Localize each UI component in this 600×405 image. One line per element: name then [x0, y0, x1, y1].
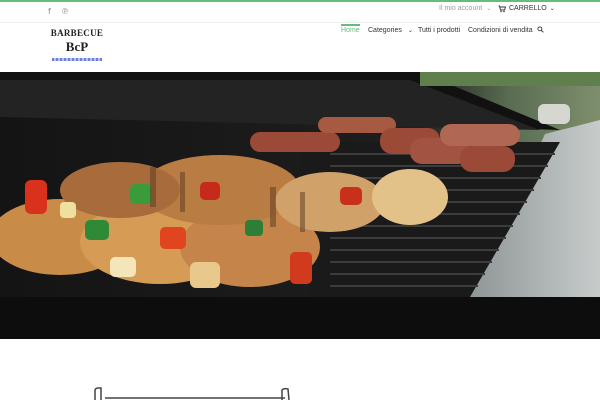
cart-label: CARRELLO	[509, 5, 547, 12]
nav-categories[interactable]: Categories ⌄	[368, 24, 413, 36]
search-icon	[537, 26, 544, 33]
social-links: f ℗	[48, 7, 69, 17]
account-menu[interactable]: Il mio account ⌄	[439, 4, 491, 14]
pinterest-icon[interactable]: ℗	[61, 7, 69, 17]
product-outline-image	[94, 387, 290, 401]
content-area	[0, 339, 600, 401]
cart-icon	[498, 5, 506, 13]
site-logo[interactable]: BARBECUE BcP	[47, 28, 107, 68]
facebook-icon[interactable]: f	[48, 7, 51, 17]
nav-terms-label: Condizioni di vendita	[468, 27, 533, 34]
account-label: Il mio account	[439, 5, 483, 12]
hero-banner	[0, 72, 600, 297]
chevron-down-icon: ⌄	[549, 6, 555, 12]
nav-terms[interactable]: Condizioni di vendita	[468, 24, 533, 35]
cart-button[interactable]: CARRELLO ⌄	[498, 4, 555, 14]
chevron-down-icon: ⌄	[486, 6, 492, 12]
nav-all-products[interactable]: Tutti i prodotti	[418, 24, 460, 35]
site-header: BARBECUE BcP Home Categories ⌄ Tutti i p…	[0, 24, 600, 72]
nav-home[interactable]: Home	[341, 24, 360, 35]
search-button[interactable]	[537, 24, 544, 36]
chevron-down-icon: ⌄	[407, 28, 413, 34]
nav-home-label: Home	[341, 27, 360, 34]
nav-categories-label: Categories	[368, 27, 402, 34]
logo-line2: BcP	[65, 39, 89, 54]
top-bar: f ℗ Il mio account ⌄ CARRELLO ⌄	[0, 2, 600, 23]
nav-all-products-label: Tutti i prodotti	[418, 27, 461, 34]
dark-band	[0, 297, 600, 339]
barbecue-grill-photo	[0, 72, 600, 297]
logo-line1: BARBECUE	[50, 28, 104, 38]
logo-underline	[52, 58, 102, 61]
